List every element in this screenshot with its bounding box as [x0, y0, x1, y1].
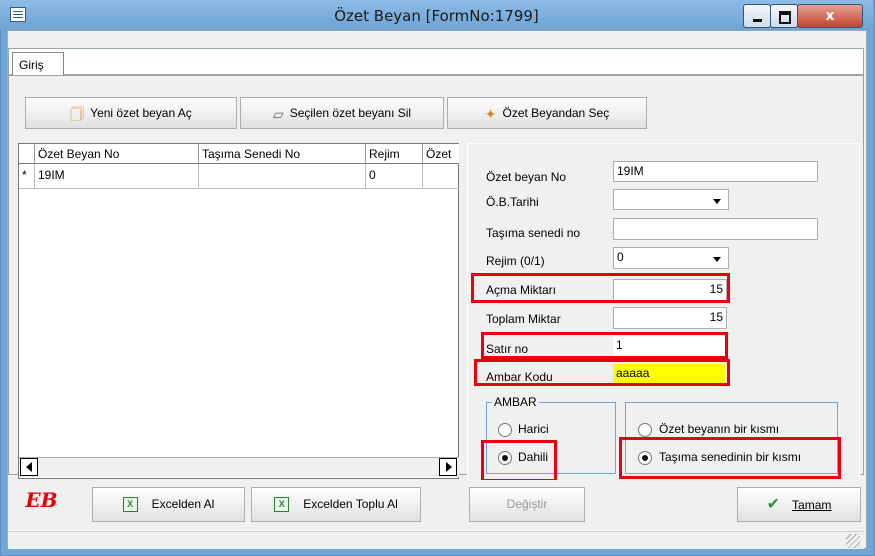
harici-radio[interactable] [498, 423, 512, 437]
ozet-beyan-kismi-radio[interactable] [638, 423, 652, 437]
status-bar [8, 531, 864, 549]
column-header-ozet[interactable]: Özet [423, 144, 459, 164]
table-cell[interactable]: 0 [366, 164, 423, 189]
excelden-toplu-al-label: Excelden Toplu Al [303, 497, 398, 511]
resize-grip-icon[interactable] [846, 534, 860, 548]
ob-tarihi-label: Ö.B.Tarihi [486, 195, 539, 209]
table-cell[interactable] [199, 164, 366, 189]
ozet-beyan-kismi-label[interactable]: Özet beyanın bir kısmı [659, 422, 779, 436]
tamam-button[interactable]: ✔ Tamam [737, 487, 861, 522]
ambar-kodu-highlight [474, 359, 730, 386]
tasima-senedi-no-input[interactable] [613, 218, 818, 240]
satir-no-highlight [481, 332, 728, 359]
column-header-tasima-senedi-no[interactable]: Taşıma Senedi No [199, 144, 366, 164]
row-selector[interactable]: * [19, 164, 35, 189]
tab-strip [8, 48, 864, 75]
excelden-al-label: Excelden Al [151, 497, 215, 511]
acma-miktari-highlight [471, 273, 730, 303]
ob-tarihi-dropdown[interactable] [613, 189, 729, 210]
horizontal-scrollbar[interactable] [19, 457, 459, 477]
eraser-icon: ▱ [272, 105, 284, 122]
new-document-icon: 🗍 [70, 105, 85, 122]
delete-selected-button[interactable]: ▱ Seçilen özet beyanı Sil [240, 97, 444, 129]
ozet-beyan-no-label: Özet beyan No [486, 170, 567, 184]
grid-row-selector-header [19, 144, 35, 164]
ambar-group-title: AMBAR [492, 395, 539, 409]
degistir-button[interactable]: Değiştir [469, 487, 585, 522]
tamam-label: Tamam [792, 498, 832, 512]
excel-icon: X [122, 497, 138, 513]
column-header-rejim[interactable]: Rejim [366, 144, 423, 164]
rejim-label: Rejim (0/1) [486, 254, 545, 268]
tasima-senedi-no-label: Taşıma senedi no [486, 226, 581, 240]
tab-giris[interactable]: Giriş [12, 52, 64, 75]
excelden-al-button[interactable]: X Excelden Al [92, 487, 245, 522]
select-from-ozet-beyan-button[interactable]: ✦ Özet Beyandan Seç [447, 97, 647, 129]
harici-label[interactable]: Harici [518, 422, 549, 436]
toplam-miktar-label: Toplam Miktar [486, 312, 561, 326]
close-icon: x [825, 8, 835, 24]
scroll-right-arrow-icon[interactable] [439, 458, 457, 476]
eb-logo: EB [25, 488, 58, 512]
toplam-miktar-input[interactable]: 15 [613, 307, 727, 329]
excel-icon: X [274, 497, 290, 513]
table-cell[interactable] [423, 164, 459, 189]
select-from-ozet-beyan-label: Özet Beyandan Seç [502, 106, 610, 120]
tasima-senedi-kismi-highlight [619, 437, 841, 479]
close-button[interactable]: x [797, 4, 863, 28]
maximize-button[interactable] [770, 4, 798, 28]
new-ozet-beyan-button[interactable]: 🗍 Yeni özet beyan Aç [25, 97, 237, 129]
dahili-highlight [481, 440, 557, 482]
minimize-button[interactable] [743, 4, 771, 28]
ozet-beyan-grid[interactable] [18, 143, 459, 479]
excelden-toplu-al-button[interactable]: X Excelden Toplu Al [251, 487, 421, 522]
checkmark-icon: ✔ [766, 496, 781, 513]
select-icon: ✦ [484, 105, 497, 122]
table-cell[interactable]: 19IM [35, 164, 199, 189]
ozet-beyan-no-input[interactable]: 19IM [613, 161, 818, 182]
rejim-dropdown[interactable]: 0 [613, 247, 729, 269]
scroll-left-arrow-icon[interactable] [20, 458, 38, 476]
column-header-ozet-beyan-no[interactable]: Özet Beyan No [35, 144, 199, 164]
delete-selected-label: Seçilen özet beyanı Sil [289, 106, 412, 120]
new-ozet-beyan-label: Yeni özet beyan Aç [90, 106, 192, 120]
